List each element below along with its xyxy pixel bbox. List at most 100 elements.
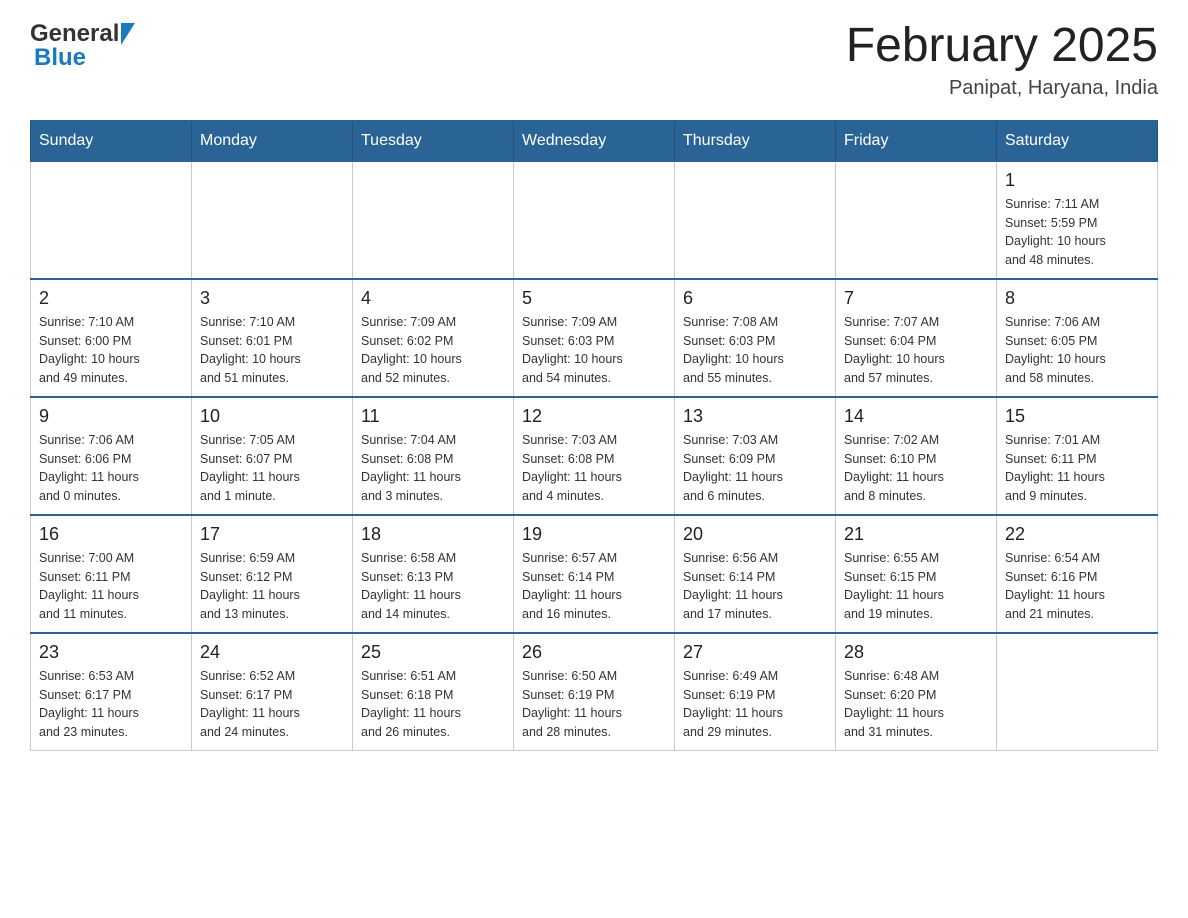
calendar-cell — [353, 161, 514, 279]
calendar-cell: 11 Sunrise: 7:04 AMSunset: 6:08 PMDayligh… — [353, 397, 514, 515]
calendar-cell: 23 Sunrise: 6:53 AMSunset: 6:17 PMDayligh… — [31, 633, 192, 751]
day-info: Sunrise: 7:11 AMSunset: 5:59 PMDaylight:… — [1005, 195, 1149, 270]
day-number: 13 — [683, 406, 827, 427]
day-number: 24 — [200, 642, 344, 663]
day-info: Sunrise: 7:09 AMSunset: 6:02 PMDaylight:… — [361, 313, 505, 388]
calendar-cell: 10 Sunrise: 7:05 AMSunset: 6:07 PMDayligh… — [192, 397, 353, 515]
calendar-cell: 8 Sunrise: 7:06 AMSunset: 6:05 PMDaylight… — [997, 279, 1158, 397]
day-info: Sunrise: 7:03 AMSunset: 6:09 PMDaylight:… — [683, 431, 827, 506]
day-info: Sunrise: 6:52 AMSunset: 6:17 PMDaylight:… — [200, 667, 344, 742]
calendar-cell: 28Sunrise: 6:48 AMSunset: 6:20 PMDayligh… — [836, 633, 997, 751]
logo-blue: Blue — [34, 44, 86, 72]
weekday-header-tuesday: Tuesday — [353, 121, 514, 161]
weekday-header-saturday: Saturday — [997, 121, 1158, 161]
title-section: February 2025 Panipat, Haryana, India — [846, 20, 1158, 100]
day-number: 11 — [361, 406, 505, 427]
day-number: 21 — [844, 524, 988, 545]
page-header: General Blue February 2025 Panipat, Hary… — [30, 20, 1158, 100]
day-number: 9 — [39, 406, 183, 427]
day-info: Sunrise: 6:59 AMSunset: 6:12 PMDaylight:… — [200, 549, 344, 624]
calendar-week-2: 2 Sunrise: 7:10 AMSunset: 6:00 PMDaylight… — [31, 279, 1158, 397]
day-number: 20 — [683, 524, 827, 545]
day-info: Sunrise: 6:49 AMSunset: 6:19 PMDaylight:… — [683, 667, 827, 742]
day-info: Sunrise: 6:53 AMSunset: 6:17 PMDaylight:… — [39, 667, 183, 742]
day-number: 25 — [361, 642, 505, 663]
day-number: 26 — [522, 642, 666, 663]
calendar-cell: 24 Sunrise: 6:52 AMSunset: 6:17 PMDayligh… — [192, 633, 353, 751]
day-info: Sunrise: 7:09 AMSunset: 6:03 PMDaylight:… — [522, 313, 666, 388]
day-info: Sunrise: 7:10 AMSunset: 6:01 PMDaylight:… — [200, 313, 344, 388]
calendar-cell: 3 Sunrise: 7:10 AMSunset: 6:01 PMDaylight… — [192, 279, 353, 397]
logo: General Blue — [30, 20, 135, 72]
day-number: 4 — [361, 288, 505, 309]
calendar-cell — [31, 161, 192, 279]
day-info: Sunrise: 6:55 AMSunset: 6:15 PMDaylight:… — [844, 549, 988, 624]
calendar-cell: 27 Sunrise: 6:49 AMSunset: 6:19 PMDayligh… — [675, 633, 836, 751]
day-number: 16 — [39, 524, 183, 545]
calendar-cell: 21 Sunrise: 6:55 AMSunset: 6:15 PMDayligh… — [836, 515, 997, 633]
calendar-cell: 12 Sunrise: 7:03 AMSunset: 6:08 PMDayligh… — [514, 397, 675, 515]
day-info: Sunrise: 7:05 AMSunset: 6:07 PMDaylight:… — [200, 431, 344, 506]
day-number: 28 — [844, 642, 988, 663]
calendar-cell: 7 Sunrise: 7:07 AMSunset: 6:04 PMDaylight… — [836, 279, 997, 397]
day-number: 18 — [361, 524, 505, 545]
weekday-header-thursday: Thursday — [675, 121, 836, 161]
calendar-cell: 5Sunrise: 7:09 AMSunset: 6:03 PMDaylight… — [514, 279, 675, 397]
day-info: Sunrise: 6:51 AMSunset: 6:18 PMDaylight:… — [361, 667, 505, 742]
day-info: Sunrise: 7:10 AMSunset: 6:00 PMDaylight:… — [39, 313, 183, 388]
calendar-cell — [514, 161, 675, 279]
calendar-cell: 6Sunrise: 7:08 AMSunset: 6:03 PMDaylight… — [675, 279, 836, 397]
day-number: 10 — [200, 406, 344, 427]
logo-triangle-icon — [121, 23, 135, 45]
day-info: Sunrise: 7:00 AMSunset: 6:11 PMDaylight:… — [39, 549, 183, 624]
calendar-cell: 13 Sunrise: 7:03 AMSunset: 6:09 PMDayligh… — [675, 397, 836, 515]
calendar-cell: 22Sunrise: 6:54 AMSunset: 6:16 PMDayligh… — [997, 515, 1158, 633]
day-info: Sunrise: 6:50 AMSunset: 6:19 PMDaylight:… — [522, 667, 666, 742]
calendar-cell: 25 Sunrise: 6:51 AMSunset: 6:18 PMDayligh… — [353, 633, 514, 751]
day-number: 2 — [39, 288, 183, 309]
day-info: Sunrise: 7:06 AMSunset: 6:06 PMDaylight:… — [39, 431, 183, 506]
weekday-header-monday: Monday — [192, 121, 353, 161]
day-number: 3 — [200, 288, 344, 309]
day-number: 7 — [844, 288, 988, 309]
day-number: 17 — [200, 524, 344, 545]
day-number: 27 — [683, 642, 827, 663]
calendar-cell: 14 Sunrise: 7:02 AMSunset: 6:10 PMDayligh… — [836, 397, 997, 515]
day-info: Sunrise: 6:57 AMSunset: 6:14 PMDaylight:… — [522, 549, 666, 624]
calendar-cell — [836, 161, 997, 279]
calendar-cell: 16 Sunrise: 7:00 AMSunset: 6:11 PMDayligh… — [31, 515, 192, 633]
day-info: Sunrise: 7:04 AMSunset: 6:08 PMDaylight:… — [361, 431, 505, 506]
calendar-week-1: 1 Sunrise: 7:11 AMSunset: 5:59 PMDaylight… — [31, 161, 1158, 279]
weekday-header-sunday: Sunday — [31, 121, 192, 161]
calendar-cell: 2 Sunrise: 7:10 AMSunset: 6:00 PMDaylight… — [31, 279, 192, 397]
day-info: Sunrise: 6:56 AMSunset: 6:14 PMDaylight:… — [683, 549, 827, 624]
day-info: Sunrise: 7:07 AMSunset: 6:04 PMDaylight:… — [844, 313, 988, 388]
calendar-cell — [997, 633, 1158, 751]
calendar-cell: 18 Sunrise: 6:58 AMSunset: 6:13 PMDayligh… — [353, 515, 514, 633]
day-info: Sunrise: 7:06 AMSunset: 6:05 PMDaylight:… — [1005, 313, 1149, 388]
day-number: 14 — [844, 406, 988, 427]
day-number: 15 — [1005, 406, 1149, 427]
day-info: Sunrise: 7:02 AMSunset: 6:10 PMDaylight:… — [844, 431, 988, 506]
day-number: 12 — [522, 406, 666, 427]
day-info: Sunrise: 6:58 AMSunset: 6:13 PMDaylight:… — [361, 549, 505, 624]
calendar-cell: 1 Sunrise: 7:11 AMSunset: 5:59 PMDaylight… — [997, 161, 1158, 279]
calendar-cell: 17 Sunrise: 6:59 AMSunset: 6:12 PMDayligh… — [192, 515, 353, 633]
calendar-table: SundayMondayTuesdayWednesdayThursdayFrid… — [30, 120, 1158, 751]
day-number: 22 — [1005, 524, 1149, 545]
location: Panipat, Haryana, India — [846, 77, 1158, 100]
calendar-week-3: 9 Sunrise: 7:06 AMSunset: 6:06 PMDaylight… — [31, 397, 1158, 515]
calendar-cell: 20 Sunrise: 6:56 AMSunset: 6:14 PMDayligh… — [675, 515, 836, 633]
day-info: Sunrise: 7:03 AMSunset: 6:08 PMDaylight:… — [522, 431, 666, 506]
day-number: 23 — [39, 642, 183, 663]
day-info: Sunrise: 7:08 AMSunset: 6:03 PMDaylight:… — [683, 313, 827, 388]
calendar-cell: 19 Sunrise: 6:57 AMSunset: 6:14 PMDayligh… — [514, 515, 675, 633]
day-number: 8 — [1005, 288, 1149, 309]
calendar-cell — [192, 161, 353, 279]
calendar-week-4: 16 Sunrise: 7:00 AMSunset: 6:11 PMDayligh… — [31, 515, 1158, 633]
weekday-header-friday: Friday — [836, 121, 997, 161]
day-number: 1 — [1005, 170, 1149, 191]
month-title: February 2025 — [846, 20, 1158, 73]
day-number: 19 — [522, 524, 666, 545]
calendar-cell: 9 Sunrise: 7:06 AMSunset: 6:06 PMDaylight… — [31, 397, 192, 515]
